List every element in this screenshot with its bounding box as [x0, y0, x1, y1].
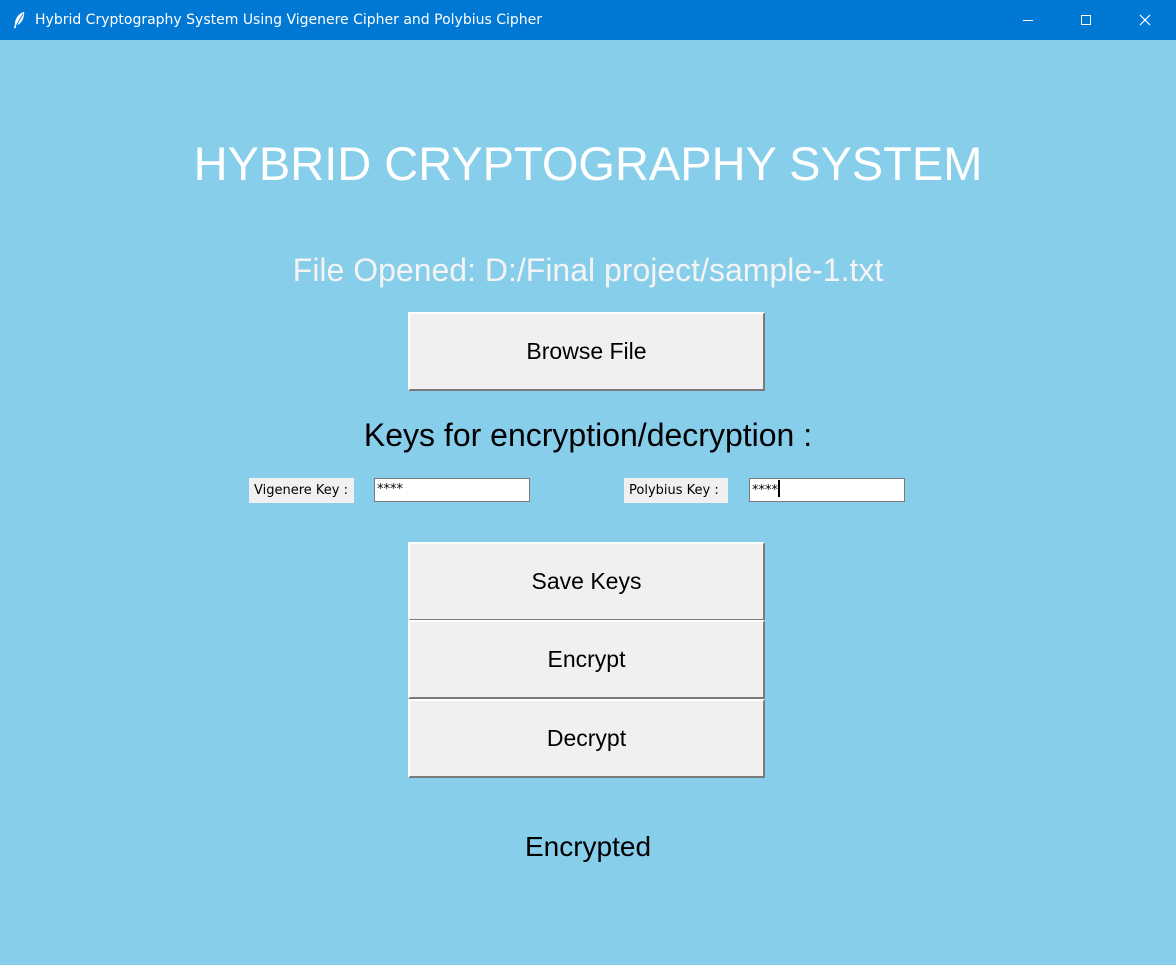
feather-icon — [12, 11, 26, 29]
polybius-key-value: **** — [752, 483, 778, 498]
file-opened-label: File Opened: D:/Final project/sample-1.t… — [292, 252, 884, 288]
vigenere-key-value: **** — [377, 482, 403, 497]
decrypt-button[interactable]: Decrypt — [408, 699, 765, 778]
vigenere-key-label: Vigenere Key : — [249, 478, 354, 503]
window-title: Hybrid Cryptography System Using Vigener… — [35, 12, 543, 28]
status-label: Encrypted — [524, 831, 652, 862]
maximize-button[interactable] — [1057, 0, 1115, 40]
keys-heading: Keys for encryption/decryption : — [363, 417, 813, 453]
app-window: Hybrid Cryptography System Using Vigener… — [0, 0, 1176, 965]
polybius-key-label: Polybius Key : — [624, 478, 728, 503]
close-button[interactable] — [1116, 0, 1174, 40]
save-keys-button[interactable]: Save Keys — [408, 542, 765, 621]
minimize-button[interactable] — [999, 0, 1057, 40]
text-cursor — [778, 480, 780, 497]
page-title: HYBRID CRYPTOGRAPHY SYSTEM — [193, 137, 983, 190]
title-bar[interactable]: Hybrid Cryptography System Using Vigener… — [0, 0, 1176, 40]
vigenere-key-input[interactable]: **** — [374, 478, 530, 502]
browse-file-button[interactable]: Browse File — [408, 312, 765, 391]
encrypt-button[interactable]: Encrypt — [408, 620, 765, 699]
polybius-key-input[interactable]: **** — [749, 478, 905, 502]
